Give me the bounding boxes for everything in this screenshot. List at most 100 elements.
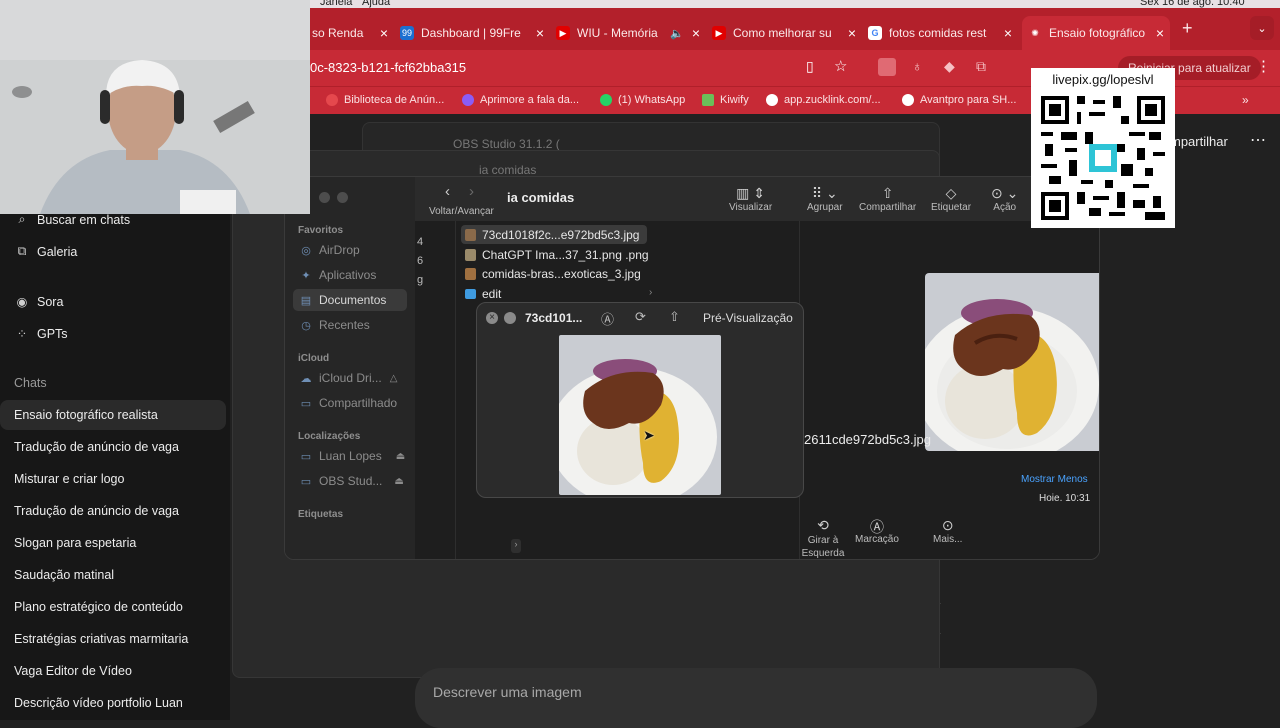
bookmark-star-icon[interactable]: ☆: [834, 57, 847, 75]
prompt-input[interactable]: Descrever uma imagem: [415, 668, 1097, 728]
webcam-overlay: [0, 0, 310, 214]
window-control-icon[interactable]: [337, 192, 348, 203]
scroll-chevron-icon[interactable]: ›: [511, 539, 521, 553]
audio-icon[interactable]: 🔈: [670, 27, 684, 40]
livepix-url: livepix.gg/lopeslvl: [1052, 72, 1154, 87]
close-icon[interactable]: ×: [536, 25, 544, 41]
extension-icon[interactable]: [878, 58, 896, 76]
chat-item[interactable]: Tradução de anúncio de vaga: [0, 496, 226, 526]
disk-icon: ▭: [300, 475, 312, 488]
tab-active[interactable]: ✺ Ensaio fotográfico ×: [1022, 16, 1170, 50]
chat-item[interactable]: Estratégias criativas marmitaria: [0, 624, 226, 654]
chat-item[interactable]: Ensaio fotográfico realista: [0, 400, 226, 430]
bookmark-item[interactable]: app.zucklink.com/...: [766, 94, 881, 106]
puzzle-icon[interactable]: ⧉: [976, 58, 986, 75]
view-button[interactable]: ▥ ⇕ Visualizar: [729, 185, 772, 213]
back-icon[interactable]: ‹: [445, 183, 450, 200]
chat-item[interactable]: Plano estratégico de conteúdo: [0, 592, 226, 622]
bookmark-item[interactable]: Avantpro para SH...: [902, 94, 1016, 106]
tab[interactable]: 99 Dashboard | 99Fre ×: [400, 16, 550, 50]
image-file-icon: [465, 228, 476, 241]
window-control-icon[interactable]: [319, 192, 330, 203]
action-icon: ⊙ ⌄: [991, 185, 1019, 201]
tab-list-icon[interactable]: ⌄: [1250, 16, 1274, 40]
browser-menu-icon[interactable]: ⋮: [1256, 57, 1271, 75]
sidebar-item-airdrop[interactable]: ◎ AirDrop: [293, 239, 407, 261]
disk-icon: ▭: [300, 450, 312, 463]
sora-link[interactable]: ◉ Sora: [14, 294, 64, 310]
file-row[interactable]: ChatGPT Ima...37_31.png .png: [461, 245, 657, 264]
show-less-link[interactable]: Mostrar Menos: [1021, 474, 1088, 485]
bookmark-item[interactable]: Biblioteca de Anún...: [326, 94, 444, 106]
more-bookmarks-icon[interactable]: »: [1242, 93, 1249, 107]
chat-item[interactable]: Misturar e criar logo: [0, 464, 226, 494]
sidebar-item-aplicativos[interactable]: ✦ Aplicativos: [293, 264, 407, 286]
bookmark-item[interactable]: Kiwify: [702, 94, 749, 106]
sidebar-item-luan-lopes[interactable]: ▭ Luan Lopes ⏏: [293, 445, 407, 467]
sidebar-item-icloud-drive[interactable]: ☁ iCloud Dri... △: [293, 367, 407, 389]
close-icon[interactable]: ×: [1004, 25, 1012, 41]
close-icon[interactable]: ×: [692, 25, 700, 41]
file-row[interactable]: 73cd1018f2c...e972bd5c3.jpg: [461, 225, 648, 244]
forward-icon[interactable]: ›: [469, 183, 474, 200]
sidebar-item-obs-studio[interactable]: ▭ OBS Stud... ⏏: [293, 470, 407, 492]
bookmark-item[interactable]: Aprimore a fala da...: [462, 94, 579, 106]
rotate-left-icon: ⟲: [817, 517, 829, 533]
chat-item[interactable]: Vaga Editor de Vídeo: [0, 656, 226, 686]
chat-item[interactable]: Slogan para espetaria: [0, 528, 226, 558]
sidebar-item-compartilhado[interactable]: ▭ Compartilhado: [293, 392, 407, 414]
tag-button[interactable]: ◇ Etiquetar: [931, 185, 971, 213]
tab[interactable]: Gfotos comidas rest ×: [868, 16, 1018, 50]
extension-icon[interactable]: ♁: [912, 58, 923, 74]
openai-icon: ✺: [1031, 27, 1039, 38]
folder-row[interactable]: edit: [461, 284, 509, 303]
group-button[interactable]: ⠿ ⌄ Agrupar: [807, 185, 843, 213]
new-tab-icon[interactable]: +: [1182, 18, 1193, 39]
sidebar-item-recentes[interactable]: ◷ Recentes: [293, 314, 407, 336]
tab[interactable]: so Renda ×: [312, 16, 394, 50]
markup-icon[interactable]: Ⓐ: [601, 309, 614, 328]
action-button[interactable]: ⊙ ⌄ Ação: [991, 185, 1018, 213]
bookmark-item[interactable]: (1) WhatsApp: [600, 94, 685, 106]
chat-item[interactable]: Descrição vídeo portfolio Luan: [0, 688, 226, 718]
tab[interactable]: ▶ Como melhorar su ×: [712, 16, 862, 50]
more-actions-button[interactable]: ⊙ Mais...: [933, 517, 962, 545]
fullscreen-icon[interactable]: [504, 312, 516, 324]
open-with-preview-button[interactable]: Pré-Visualização: [703, 311, 793, 325]
page-icon[interactable]: ▯: [806, 58, 814, 75]
folder-icon: [465, 288, 476, 299]
share-button[interactable]: mpartilhar: [1170, 134, 1228, 149]
chat-item[interactable]: Tradução de anúncio de vaga: [0, 432, 226, 462]
quicklook-image: [559, 335, 721, 495]
chevron-right-icon: ›: [649, 287, 653, 298]
group-icon: ⠿ ⌄: [811, 185, 838, 201]
close-icon[interactable]: ×: [1156, 25, 1164, 41]
menu-ajuda[interactable]: Ajuda: [362, 0, 390, 8]
tab[interactable]: ▶ WIU - Memória 🔈 ×: [556, 16, 706, 50]
gallery-link[interactable]: ⧉ Galeria: [14, 244, 78, 259]
more-icon[interactable]: ⋯: [1250, 130, 1266, 150]
search-chats[interactable]: ⌕ Buscar em chats: [14, 212, 130, 227]
chat-item[interactable]: Saudação matinal: [0, 560, 226, 590]
close-icon[interactable]: ×: [848, 25, 856, 41]
menu-janela[interactable]: Janela: [320, 0, 352, 8]
share-icon[interactable]: ⇧: [669, 309, 680, 325]
extension-icon[interactable]: ◆: [944, 58, 955, 75]
chats-heading: Chats: [14, 376, 47, 390]
icloud-heading: iCloud: [298, 353, 330, 364]
url-text[interactable]: 0c-8323-b121-fcf62bba315: [310, 60, 466, 75]
eject-icon[interactable]: ⏏: [396, 451, 405, 462]
sidebar-item-documentos[interactable]: ▤ Documentos: [293, 289, 407, 311]
gpts-link[interactable]: ⁘ GPTs: [14, 326, 68, 342]
share-button[interactable]: ⇧ Compartilhar: [859, 185, 916, 213]
eject-icon[interactable]: ⏏: [394, 476, 403, 487]
close-icon[interactable]: ×: [380, 25, 388, 41]
apps-icon: ✦: [301, 269, 311, 282]
rotate-left-button[interactable]: ⟲ Girar à Esquerda: [787, 517, 859, 559]
rotate-icon[interactable]: ⟳: [635, 309, 646, 325]
close-icon[interactable]: ×: [486, 312, 498, 324]
quicklook-title: 73cd101...: [525, 311, 583, 325]
youtube-icon: ▶: [556, 26, 570, 40]
markup-button[interactable]: Ⓐ Marcação: [855, 517, 899, 545]
file-row[interactable]: comidas-bras...exoticas_3.jpg: [461, 264, 649, 283]
